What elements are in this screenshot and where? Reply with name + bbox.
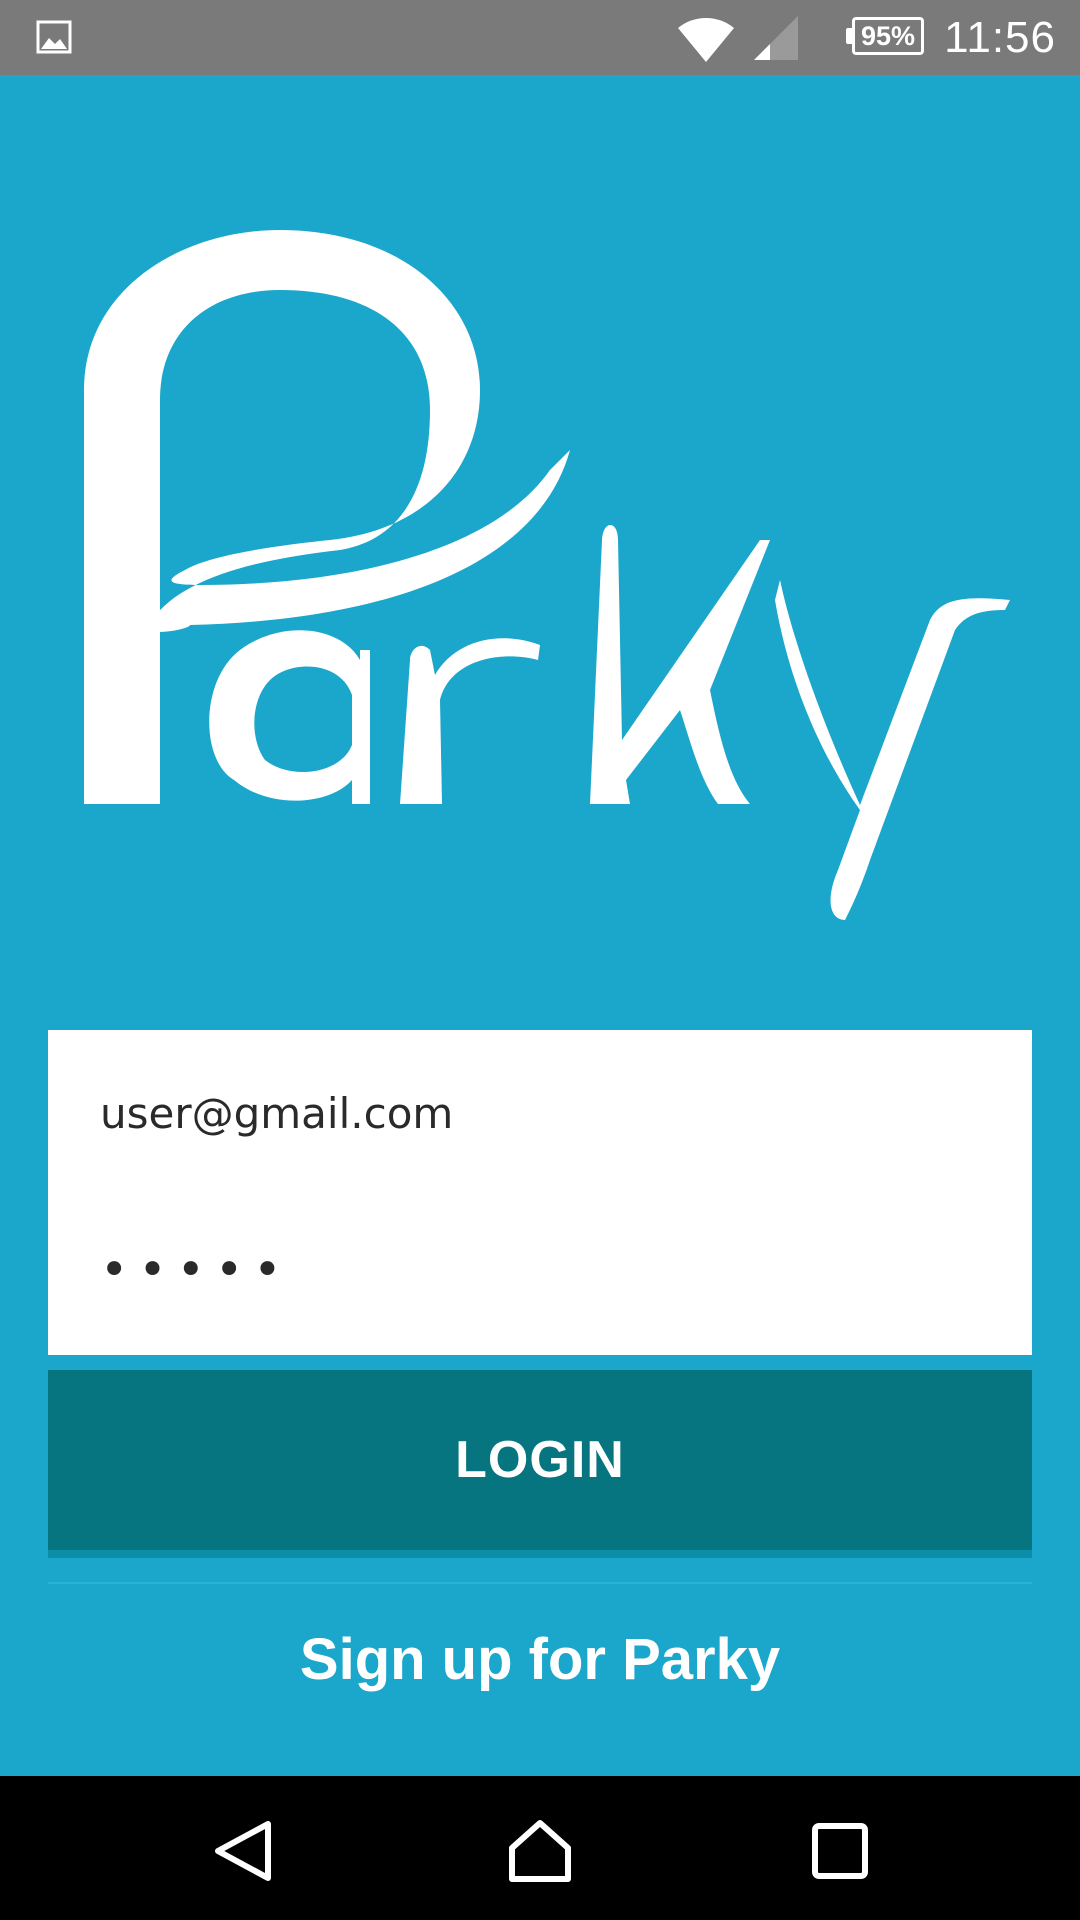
navigation-bar: [0, 1776, 1080, 1920]
password-value: •••••: [100, 1242, 292, 1298]
status-bar: 95% 11:56: [0, 0, 1080, 75]
login-button[interactable]: LOGIN: [48, 1370, 1032, 1550]
home-icon[interactable]: [507, 1818, 573, 1884]
battery-icon: 95%: [846, 17, 926, 57]
signup-link[interactable]: Sign up for Parky: [0, 1620, 1080, 1700]
login-form: user@gmail.com •••••: [48, 1030, 1032, 1355]
email-value: user@gmail.com: [100, 1089, 454, 1138]
parky-logo: [84, 230, 1010, 920]
back-icon[interactable]: [210, 1818, 276, 1884]
status-time: 11:56: [944, 13, 1056, 62]
recents-icon[interactable]: [807, 1818, 873, 1884]
login-screen: 95% 11:56 user@gmail.com ••••• LOGIN Sig…: [0, 0, 1080, 1920]
gallery-icon: [36, 20, 72, 54]
signal-icon: [754, 16, 798, 60]
divider: [48, 1582, 1032, 1584]
battery-percent: 95%: [860, 21, 916, 51]
password-field[interactable]: •••••: [48, 1190, 1032, 1355]
wifi-icon: [678, 17, 734, 62]
email-field[interactable]: user@gmail.com: [48, 1030, 1032, 1190]
